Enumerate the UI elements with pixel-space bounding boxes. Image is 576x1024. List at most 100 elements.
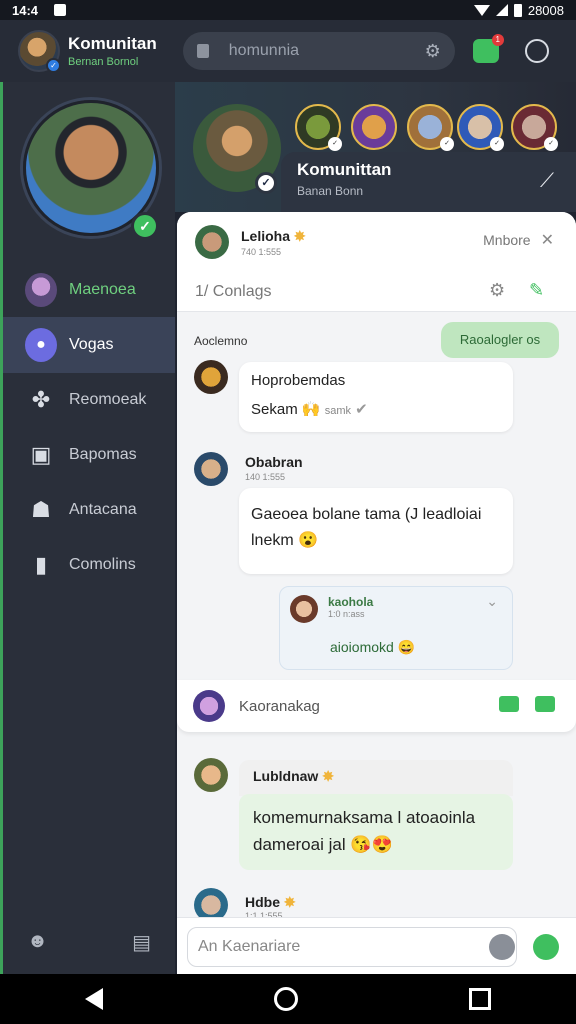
message-composer: An Kaenariare (177, 917, 576, 974)
message-header: Lubldnaw ✸ (239, 760, 513, 796)
person-icon: ● (25, 328, 57, 362)
check-icon: ✓ (131, 212, 159, 240)
message-avatar[interactable] (194, 360, 228, 394)
sidebar-item-antacana[interactable]: ☗ Antacana (3, 482, 175, 538)
emoji-icon: 😄 (397, 639, 416, 655)
check-icon: ✓ (440, 137, 454, 151)
contacts-icon: ☗ (31, 497, 51, 522)
sender-name: Aoclemno (194, 334, 248, 348)
notification-icon (54, 4, 67, 16)
composer-input[interactable]: Kaoranakag (239, 698, 320, 715)
app-logo[interactable]: ✓ (18, 30, 61, 73)
more-link[interactable]: Mnbore (483, 232, 530, 248)
composer-avatar (193, 690, 225, 722)
camera-icon[interactable] (489, 934, 515, 960)
battery-icon (513, 3, 522, 17)
check-icon: ✔ (355, 401, 368, 418)
message-avatar[interactable] (194, 452, 228, 486)
battery-text: 28008 (527, 2, 564, 18)
check-icon: ✓ (544, 137, 558, 151)
sidebar-item-label: Antacana (69, 501, 137, 518)
quoted-message[interactable]: kaohola 1:0 n:ass aioiomokd 😄 ⌄ (279, 586, 513, 670)
message-bubble: Hoprobemdas Sekam 🙌 samk ✔ (239, 362, 513, 432)
banner-info: Komunittan Banan Bonn ⟋ (281, 152, 576, 212)
app-subtitle: Bernan Bornol (68, 56, 139, 68)
send-icon[interactable] (533, 934, 559, 960)
check-icon: ✓ (490, 137, 504, 151)
home-icon[interactable] (273, 987, 298, 1011)
message-input[interactable]: An Kaenariare (187, 927, 517, 967)
message-avatar[interactable] (194, 758, 228, 792)
calendar-icon: ▣ (30, 442, 52, 467)
sidebar-item-bapomas[interactable]: ▣ Bapomas (3, 427, 175, 483)
search-bar[interactable]: homunnia ⚙ (182, 32, 455, 70)
banner-title: Komunittan (297, 160, 392, 179)
sidebar-item-label: Maenoea (69, 281, 136, 298)
chat-header: Lelioha ✸ 740 1:555 Mnbore ✕ (177, 212, 576, 272)
sidebar-item-vogas[interactable]: ● Vogas (3, 317, 175, 373)
message-text: Hoprobemdas (251, 372, 346, 389)
search-input[interactable]: homunnia (229, 42, 299, 60)
sidebar-item-maenoea[interactable]: Maenoea (3, 262, 175, 318)
sidebar-item-label: Vogas (69, 336, 114, 353)
chat-notification-button[interactable]: 1 (472, 34, 504, 63)
pencil-icon[interactable]: ✎ (529, 280, 544, 301)
user-avatar-icon (25, 273, 57, 307)
search-icon (196, 44, 209, 58)
member-avatar[interactable]: ✓ (457, 104, 504, 151)
message-meta: 140 1:555 (245, 472, 286, 482)
top-app-bar: ✓ Komunitan Bernan Bornol homunnia ⚙ 1 (0, 20, 576, 82)
clipboard-icon: ▮ (34, 552, 48, 577)
recents-icon[interactable] (468, 988, 491, 1010)
chat-panel: Lelioha ✸ 740 1:555 Mnbore ✕ 1/ Conlags ⚙… (177, 212, 576, 974)
system-nav-bar (0, 974, 576, 1024)
member-avatar[interactable] (351, 104, 397, 150)
message-author: Hdbe (245, 894, 280, 910)
chat-meta: 740 1:555 (241, 246, 282, 257)
brand: Komunitan Bernan Bornol (68, 34, 157, 68)
back-icon[interactable] (85, 988, 104, 1010)
signal-icon (495, 4, 508, 16)
quote-text: aioiomokd (330, 639, 394, 655)
status-bar: 14:4 28008 (0, 0, 576, 20)
gear-icon[interactable]: ⚙ (425, 41, 441, 62)
star-icon: ✸ (293, 227, 306, 244)
puzzle-icon: ✤ (31, 387, 51, 412)
bag-icon[interactable]: ▤ (132, 930, 151, 955)
gif-icon[interactable] (499, 696, 519, 712)
sidebar-item-label: Bapomas (69, 446, 137, 463)
member-avatar[interactable]: ✓ (295, 104, 342, 151)
settings-icon[interactable]: ⚙ (489, 280, 505, 301)
sidebar-footer: ☻ ▤ (3, 930, 175, 955)
banner-subtitle: Banan Bonn (297, 184, 364, 198)
action-chip[interactable]: Raoalogler os (441, 322, 559, 358)
sidebar-item-label: Reomoeak (69, 391, 147, 408)
quote-avatar (290, 595, 318, 623)
emoji-icon[interactable]: ☻ (27, 930, 48, 955)
app-title: Komunitan (68, 34, 157, 53)
profile-icon[interactable] (524, 39, 549, 63)
sidebar-item-comolins[interactable]: ▮ Comolins (3, 537, 175, 593)
message-text: Sekam (251, 401, 298, 418)
media-icon[interactable] (535, 696, 555, 712)
member-avatar[interactable]: ✓ (511, 104, 558, 151)
chat-subbar: 1/ Conlags ⚙ ✎ (177, 272, 576, 312)
star-icon: ✸ (322, 768, 334, 784)
quote-meta: 1:0 n:ass (328, 609, 365, 619)
subbar-label: 1/ Conlags (195, 282, 272, 300)
chat-avatar[interactable] (195, 225, 229, 259)
edit-icon[interactable]: ⟋ (540, 170, 554, 193)
sidebar-item-reomoeak[interactable]: ✤ Reomoeak (3, 372, 175, 428)
emoji-icon: 😘😍 (350, 835, 393, 854)
emoji-icon: 🙌 (301, 401, 321, 418)
clock: 14:4 (12, 2, 39, 18)
message-author: Obabran (245, 454, 303, 470)
notification-count: 1 (491, 34, 504, 46)
close-icon[interactable]: ✕ (541, 232, 554, 249)
inline-composer[interactable]: Kaoranakag (177, 680, 576, 732)
member-avatar[interactable]: ✓ (407, 104, 454, 151)
verified-icon: ✓ (255, 172, 277, 194)
star-icon: ✸ (283, 894, 296, 910)
chevron-down-icon[interactable]: ⌄ (486, 593, 498, 610)
message-bubble: Gaeoea bolane tama (J leadloiai lnekm 😮 (239, 488, 513, 574)
